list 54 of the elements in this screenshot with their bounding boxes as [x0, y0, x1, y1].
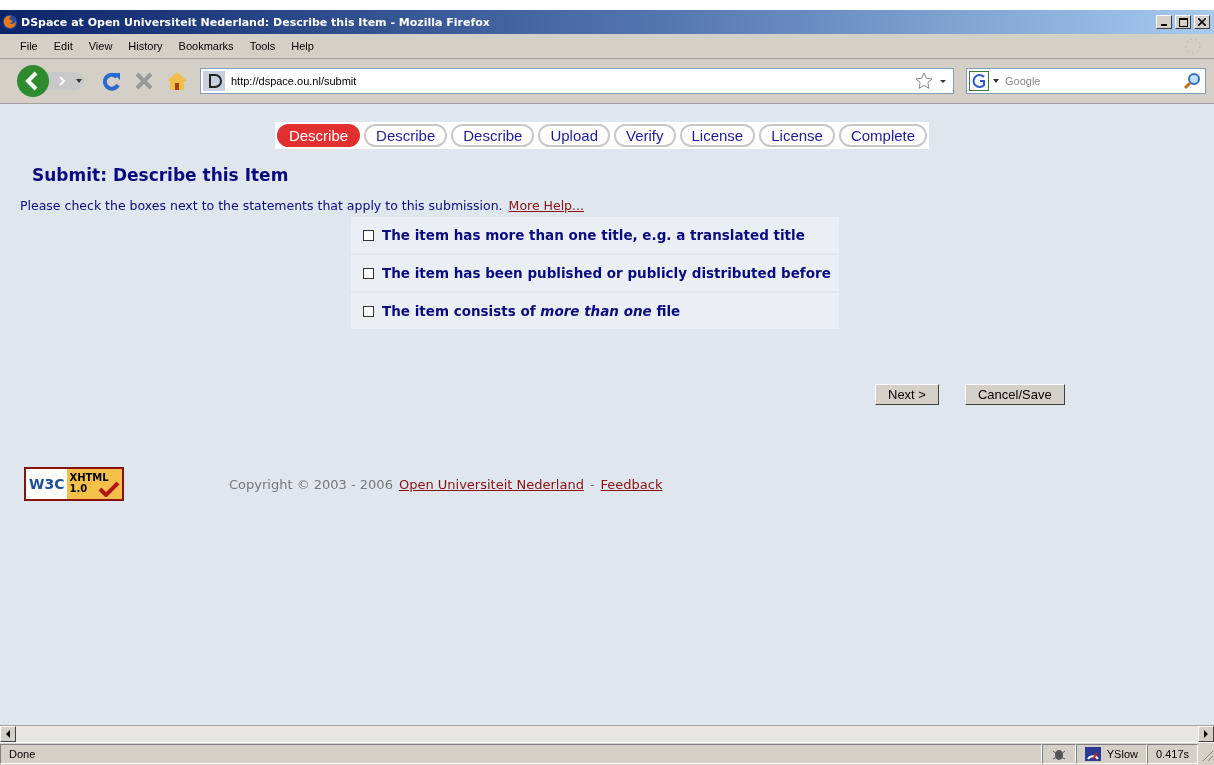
scroll-right-button[interactable]: [1198, 726, 1214, 742]
menu-item[interactable]: Bookmarks: [170, 40, 242, 52]
star-icon[interactable]: [915, 72, 933, 90]
window-title: DSpace at Open Universiteit Nederland: Describe this Item - Mozilla Firefox: [21, 15, 491, 29]
checkbox[interactable]: [363, 267, 374, 279]
gauge-icon[interactable]: [1084, 747, 1101, 761]
scroll-left-button[interactable]: [0, 726, 16, 742]
search-icon[interactable]: [1183, 72, 1201, 90]
option-label: The item has been published or publicly distributed before: [382, 265, 831, 281]
cancel-button[interactable]: Cancel/Save: [964, 384, 1065, 405]
google-icon[interactable]: [969, 71, 1001, 91]
dropdown-icon[interactable]: [939, 77, 947, 85]
checkbox[interactable]: [363, 305, 374, 317]
separator-text: -: [589, 476, 595, 492]
progress-step[interactable]: License: [759, 124, 835, 147]
menu-item[interactable]: File: [12, 40, 46, 52]
menu-item[interactable]: Edit: [45, 40, 81, 52]
menu-item[interactable]: History: [120, 40, 171, 52]
progress-step[interactable]: Verify: [614, 124, 676, 147]
progress-step[interactable]: Describe: [364, 124, 448, 147]
load-time: 0.417s: [1146, 744, 1198, 764]
progress-step[interactable]: Upload: [538, 124, 610, 147]
checkbox[interactable]: [363, 229, 374, 241]
next-button[interactable]: Next >: [875, 384, 939, 405]
status-text: Done: [0, 744, 1042, 764]
reload-icon[interactable]: [100, 70, 122, 92]
menu-item[interactable]: Tools: [241, 40, 284, 52]
progress-step[interactable]: Complete: [838, 124, 928, 147]
menu-item[interactable]: Help: [283, 40, 322, 52]
menu-item[interactable]: View: [80, 40, 121, 52]
option-label: The item consists of more than one file: [382, 303, 681, 319]
close-icon: [1198, 18, 1206, 26]
organization-link[interactable]: Open Universiteit Nederland: [398, 476, 584, 492]
page-heading: Submit: Describe this Item: [32, 165, 290, 185]
instruction-text: Please check the boxes next to the statements that apply to this submission.: [20, 198, 503, 213]
close-button[interactable]: [1194, 15, 1210, 29]
help-link[interactable]: More Help...: [508, 198, 584, 213]
left-arrow-icon: [5, 730, 11, 738]
progress-step[interactable]: Describe: [451, 124, 535, 147]
minimize-button[interactable]: [1156, 15, 1172, 29]
progress-step[interactable]: License: [679, 124, 756, 147]
bug-icon[interactable]: [1050, 747, 1067, 761]
firefox-icon: [2, 14, 18, 30]
right-arrow-icon: [1203, 730, 1209, 738]
search-field[interactable]: Google: [966, 68, 1206, 94]
progress-step[interactable]: Describe: [276, 124, 361, 147]
copyright-text: Copyright © 2003 - 2006: [229, 476, 393, 492]
feedback-link[interactable]: Feedback: [600, 476, 663, 492]
address-field[interactable]: http://dspace.ou.nl/submit: [200, 68, 954, 94]
site-icon: [203, 71, 225, 91]
maximize-icon: [1178, 17, 1188, 27]
home-icon[interactable]: [166, 70, 188, 92]
option-label: The item has more than one title, e.g. a translated title: [382, 227, 805, 243]
maximize-button[interactable]: [1175, 15, 1191, 29]
